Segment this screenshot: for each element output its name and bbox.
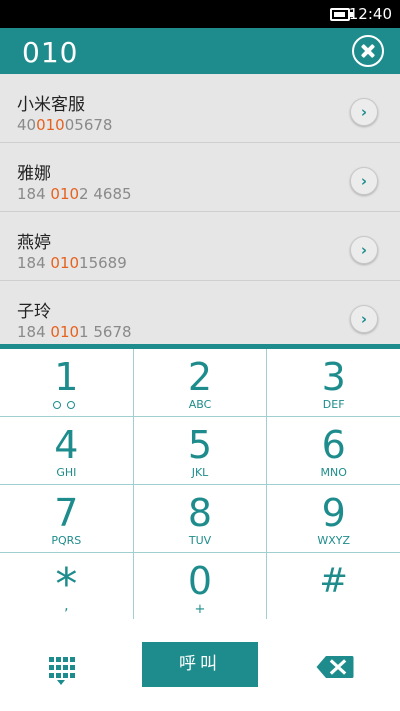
close-circle-icon[interactable] [352, 35, 384, 67]
contact-name: 燕婷 [17, 233, 51, 253]
chevron-right-icon[interactable]: › [350, 305, 378, 333]
dial-header: 010 [0, 28, 400, 74]
list-item[interactable]: 燕婷 184 01015689 › [0, 212, 400, 281]
contact-phone: 184 0102 4685 [17, 185, 132, 203]
key-2[interactable]: 2 ABC [134, 349, 268, 416]
key-8[interactable]: 8 TUV [134, 485, 268, 552]
contact-results-list: 小米客服 4001005678 › 雅娜 184 0102 4685 › 燕婷 … [0, 74, 400, 350]
phone-match-highlight: 010 [50, 185, 80, 203]
chevron-right-icon[interactable]: › [350, 98, 378, 126]
contact-phone: 184 01015689 [17, 254, 127, 272]
chevron-right-icon[interactable]: › [350, 236, 378, 264]
key-4[interactable]: 4 GHI [0, 417, 134, 484]
key-1[interactable]: 1 [0, 349, 134, 416]
grid-icon[interactable] [49, 657, 75, 685]
key-3[interactable]: 3 DEF [267, 349, 400, 416]
battery-icon [330, 8, 353, 21]
phone-match-highlight: 010 [36, 116, 65, 134]
contact-name: 子玲 [17, 302, 51, 322]
key-0[interactable]: 0 + [134, 553, 268, 620]
phone-match-highlight: 010 [50, 323, 80, 341]
list-item[interactable]: 雅娜 184 0102 4685 › [0, 143, 400, 212]
backspace-icon[interactable] [316, 655, 354, 679]
key-hash[interactable]: # [267, 553, 400, 620]
contact-phone: 184 0101 5678 [17, 323, 132, 341]
bottom-action-bar: 呼叫 [0, 619, 400, 711]
key-7[interactable]: 7 PQRS [0, 485, 134, 552]
key-9[interactable]: 9 WXYZ [267, 485, 400, 552]
key-star[interactable]: * , [0, 553, 134, 620]
contact-phone: 4001005678 [17, 116, 113, 134]
dialpad: 1 2 ABC 3 DEF 4 GHI 5 JKL 6 MNO 7 PQRS 8… [0, 344, 400, 624]
chevron-right-icon[interactable]: › [350, 167, 378, 195]
call-button[interactable]: 呼叫 [142, 642, 258, 687]
list-item[interactable]: 小米客服 4001005678 › [0, 74, 400, 143]
dialed-number: 010 [22, 36, 79, 69]
list-item[interactable]: 子玲 184 0101 5678 › [0, 281, 400, 350]
key-6[interactable]: 6 MNO [267, 417, 400, 484]
status-time: 12:40 [348, 5, 392, 23]
contact-name: 雅娜 [17, 164, 51, 184]
status-bar: 12:40 [0, 0, 400, 28]
key-5[interactable]: 5 JKL [134, 417, 268, 484]
voicemail-icon [53, 401, 79, 410]
phone-match-highlight: 010 [50, 254, 80, 272]
contact-name: 小米客服 [17, 95, 85, 115]
